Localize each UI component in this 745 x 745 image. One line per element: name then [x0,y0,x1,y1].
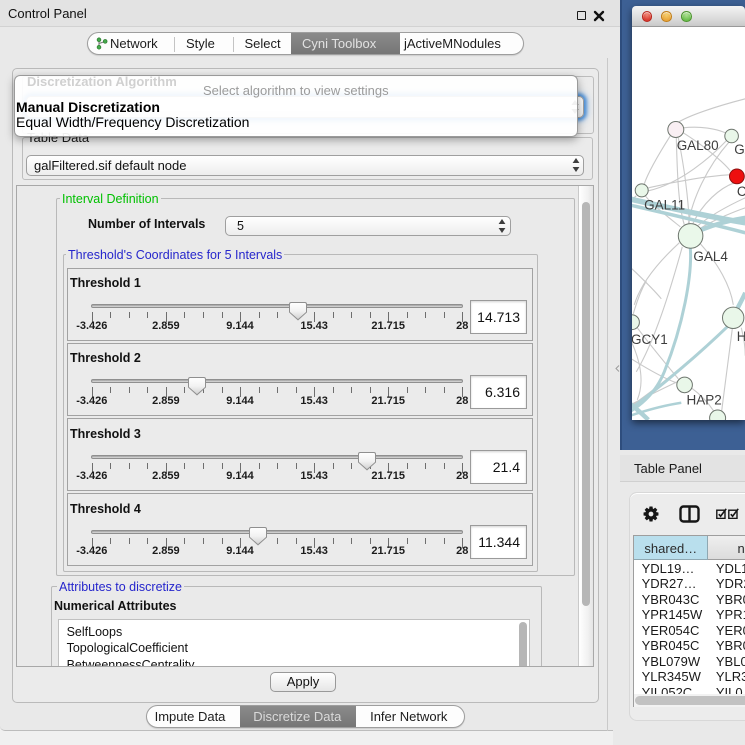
svg-text:GAL11: GAL11 [644,198,685,213]
svg-text:HAP2: HAP2 [686,393,721,408]
svg-text:H: H [736,329,745,344]
svg-text:GAL4: GAL4 [693,249,728,264]
svg-text:GA: GA [734,142,745,157]
svg-text:C: C [737,184,745,199]
svg-text:GAL80: GAL80 [676,138,718,153]
svg-text:GCY1: GCY1 [632,332,668,347]
